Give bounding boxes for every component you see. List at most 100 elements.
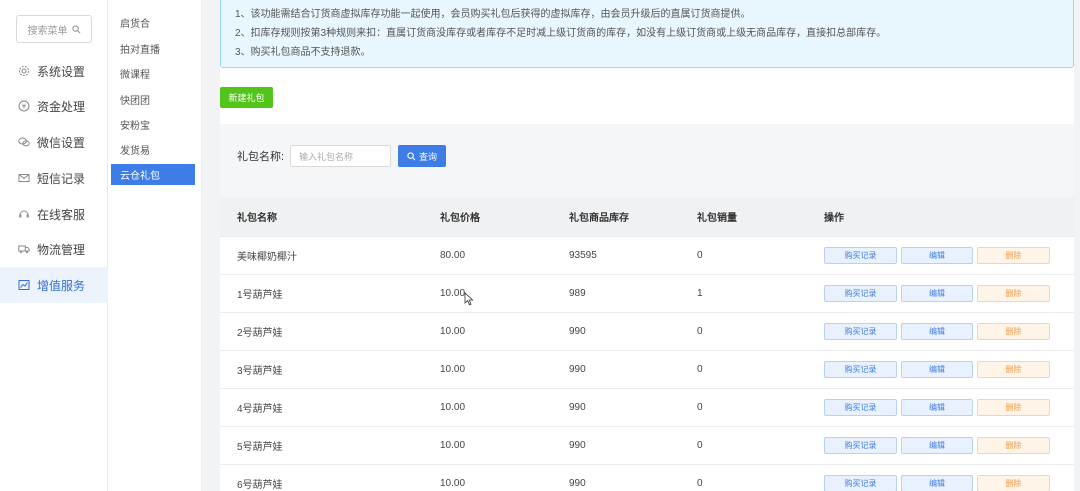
col-header-actions: 操作 [824,213,844,224]
delete-button[interactable]: 删除 [977,399,1050,416]
delete-button[interactable]: 删除 [977,285,1050,302]
sidebar-item-label: 短信记录 [37,171,86,186]
col-header-stock: 礼包商品库存 [569,213,629,224]
cell-price: 10.00 [440,478,466,489]
cell-actions: 购买记录 编辑 删除 [824,323,1050,340]
col-header-name: 礼包名称 [237,213,277,224]
headset-icon [18,208,30,220]
sidebar-item-label: 增值服务 [37,278,86,293]
purchase-record-button[interactable]: 购买记录 [824,361,897,378]
cell-name: 1号葫芦娃 [237,290,283,301]
content-gutter [202,0,220,491]
table-row: 3号葫芦娃 10.00 990 0 购买记录 编辑 删除 [220,351,1074,389]
gear-icon [18,65,30,77]
cell-sales: 0 [697,326,703,337]
delete-button[interactable]: 删除 [977,247,1050,264]
sidebar-item-label: 在线客服 [37,207,86,222]
new-gift-pack-button[interactable]: 新建礼包 [220,87,273,108]
purchase-record-button[interactable]: 购买记录 [824,475,897,491]
cell-price: 10.00 [440,402,466,413]
right-gutter [1074,0,1080,491]
sidebar-item-wechat[interactable]: 微信设置 [0,124,108,160]
delete-button[interactable]: 删除 [977,475,1050,491]
edit-button[interactable]: 编辑 [901,323,973,340]
purchase-record-button[interactable]: 购买记录 [824,247,897,264]
query-label: 查询 [418,151,437,162]
sidebar-item-label: 微信设置 [37,135,86,150]
menu-search-placeholder: 搜索菜单 [27,25,68,37]
cell-stock: 990 [569,364,586,375]
cell-name: 2号葫芦娃 [237,328,283,339]
sidebar-item-logistics[interactable]: 物流管理 [0,231,108,267]
gift-pack-table: 礼包名称 礼包价格 礼包商品库存 礼包销量 操作 美味椰奶椰汁 80.00 9359… [220,197,1074,491]
cell-stock: 990 [569,326,586,337]
sidebar-item-system-settings[interactable]: 系统设置 [0,53,108,89]
purchase-record-button[interactable]: 购买记录 [824,285,897,302]
cell-sales: 0 [697,478,703,489]
purchase-record-button[interactable]: 购买记录 [824,399,897,416]
cell-name: 3号葫芦娃 [237,366,283,377]
purchase-record-button[interactable]: 购买记录 [824,437,897,454]
edit-button[interactable]: 编辑 [901,285,973,302]
main-sidebar: 搜索菜单 系统设置 ¥ 资金处理 微信设置 短信记录 在线客服 物流管理 增值服… [0,0,108,491]
notice-line: 2、扣库存规则按第3种规则来扣：直属订货商没库存或者库存不足时减上级订货商的库存… [235,28,887,39]
col-header-sales: 礼包销量 [697,213,737,224]
sidebar-item-value-added[interactable]: 增值服务 [0,267,108,303]
delete-button[interactable]: 删除 [977,361,1050,378]
subnav-item-active[interactable]: 云仓礼包 [111,164,195,185]
notice-line: 1、该功能需结合订货商虚拟库存功能一起使用，会员购买礼包后获得的虚拟库存，由会员… [235,9,751,20]
edit-button[interactable]: 编辑 [901,475,973,491]
subnav-item[interactable]: 发货易 [111,139,195,160]
sidebar-item-label: 资金处理 [37,99,86,114]
filter-label: 礼包名称: [237,151,285,163]
notice-line: 3、购买礼包商品不支持退款。 [235,47,371,58]
subnav-item[interactable]: 安粉宝 [111,114,195,135]
sidebar-item-sms[interactable]: 短信记录 [0,160,108,196]
cell-price: 10.00 [440,326,466,337]
cell-actions: 购买记录 编辑 删除 [824,399,1050,416]
cell-sales: 0 [697,440,703,451]
cell-stock: 990 [569,440,586,451]
chart-icon [18,279,30,291]
gift-pack-name-input[interactable]: 输入礼包名称 [290,145,391,167]
sidebar-item-label: 系统设置 [37,64,86,79]
subnav-item[interactable]: 拍对直播 [111,38,195,59]
sidebar-item-funds[interactable]: ¥ 资金处理 [0,88,108,124]
col-header-price: 礼包价格 [440,213,480,224]
subnav-item[interactable]: 微课程 [111,63,195,84]
table-row: 1号葫芦娃 10.00 989 1 购买记录 编辑 删除 [220,275,1074,313]
table-header: 礼包名称 礼包价格 礼包商品库存 礼包销量 操作 [220,197,1074,237]
table-row: 美味椰奶椰汁 80.00 93595 0 购买记录 编辑 删除 [220,237,1074,275]
input-placeholder: 输入礼包名称 [299,151,354,162]
table-body: 美味椰奶椰汁 80.00 93595 0 购买记录 编辑 删除 1号葫芦娃 10.00 989 1 购… [220,237,1074,491]
edit-button[interactable]: 编辑 [901,247,973,264]
delete-button[interactable]: 删除 [977,323,1050,340]
mail-icon [18,172,30,184]
delete-button[interactable]: 删除 [977,437,1050,454]
table-row: 4号葫芦娃 10.00 990 0 购买记录 编辑 删除 [220,389,1074,427]
yen-icon: ¥ [18,100,30,112]
purchase-record-button[interactable]: 购买记录 [824,323,897,340]
cell-price: 10.00 [440,440,466,451]
edit-button[interactable]: 编辑 [901,361,973,378]
cell-actions: 购买记录 编辑 删除 [824,285,1050,302]
query-button[interactable]: 查询 [398,145,446,167]
cell-price: 10.00 [440,364,466,375]
svg-text:¥: ¥ [22,103,27,111]
menu-search-input[interactable]: 搜索菜单 [16,15,92,43]
notice-box: 1、该功能需结合订货商虚拟库存功能一起使用，会员购买礼包后获得的虚拟库存，由会员… [220,0,1074,68]
cell-sales: 1 [697,288,703,299]
cell-name: 美味椰奶椰汁 [237,252,297,263]
search-icon [407,151,416,160]
subnav-item[interactable]: 启货合 [111,12,195,33]
sidebar-item-online-service[interactable]: 在线客服 [0,196,108,232]
edit-button[interactable]: 编辑 [901,399,973,416]
truck-icon [18,243,30,255]
table-row: 6号葫芦娃 10.00 990 0 购买记录 编辑 删除 [220,465,1074,491]
edit-button[interactable]: 编辑 [901,437,973,454]
cell-name: 5号葫芦娃 [237,442,283,453]
cell-actions: 购买记录 编辑 删除 [824,475,1050,491]
sub-nav: 启货合 拍对直播 微课程 快团团 安粉宝 发货易 云仓礼包 [108,0,202,491]
wechat-icon [18,136,30,148]
subnav-item[interactable]: 快团团 [111,89,195,110]
